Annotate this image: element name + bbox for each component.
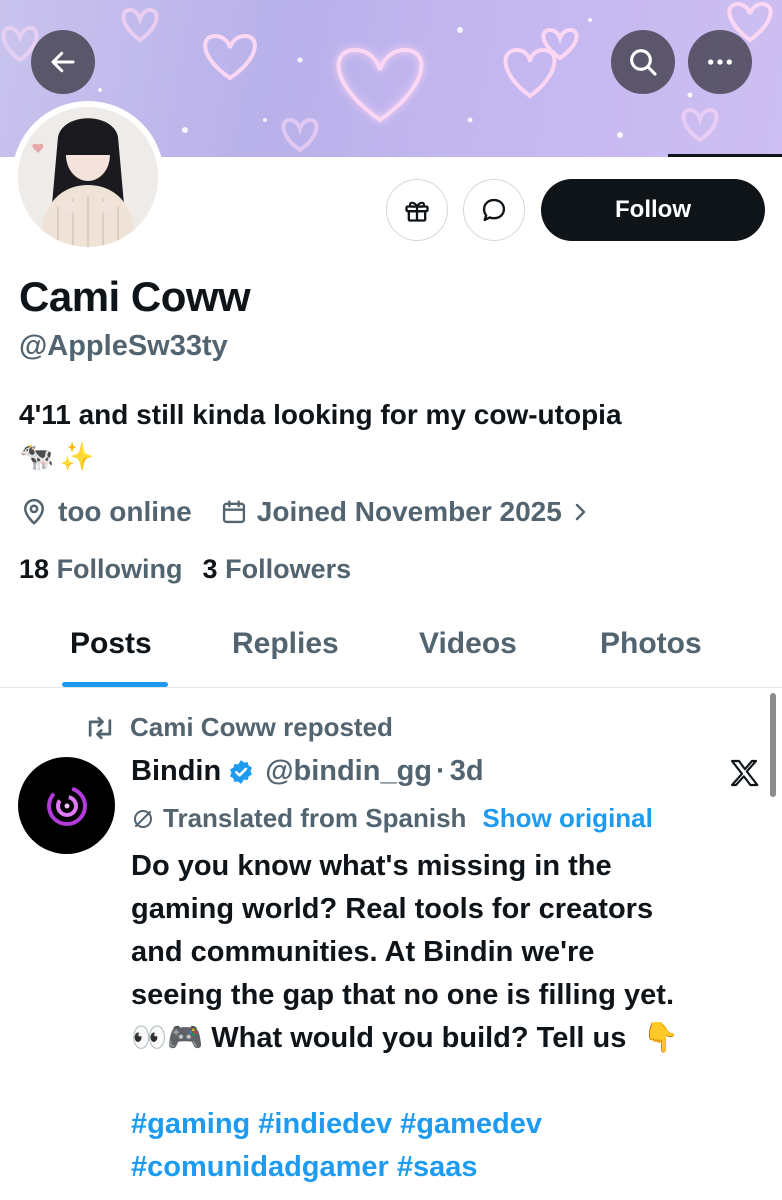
location-item: too online [19, 496, 192, 528]
joined-text: Joined November 2025 [256, 496, 562, 527]
gift-icon [405, 201, 429, 222]
bio-text: 4'11 and still kinda looking for my cow-… [19, 399, 622, 430]
location-pin-icon [23, 498, 45, 525]
more-horizontal-icon [708, 59, 732, 65]
post-body: Do you know what's missing in the gaming… [131, 845, 771, 1189]
scrollbar[interactable] [770, 693, 776, 797]
verified-badge-icon [230, 759, 253, 784]
following-label: Following [56, 554, 183, 584]
tab-photos[interactable]: Photos [600, 627, 702, 661]
post-hashtags[interactable]: #gaming #indiedev #gamedev [131, 1103, 771, 1146]
more-button[interactable] [688, 30, 752, 94]
banner-edge-line [668, 154, 782, 157]
active-tab-indicator [62, 682, 168, 687]
chevron-right-icon [575, 503, 585, 521]
translate-slash-icon [134, 809, 152, 828]
message-button[interactable] [463, 179, 525, 241]
repost-icon [88, 716, 112, 739]
bio-emoji-row: 🐄 ✨ [19, 437, 95, 477]
post-separator: · [436, 755, 446, 787]
repost-text: Cami Coww reposted [130, 712, 393, 742]
post-text-line: and communities. At Bindin we're [131, 936, 595, 968]
post-time[interactable]: 3d [450, 755, 484, 788]
translated-text: Translated from Spanish [163, 803, 467, 833]
tab-videos[interactable]: Videos [419, 627, 517, 661]
sparkles-emoji: ✨ [59, 440, 95, 472]
profile-meta: too online Joined November 2025 [19, 494, 592, 530]
profile-name: Cami Coww [19, 273, 251, 320]
profile-avatar[interactable] [12, 101, 164, 253]
followers-link[interactable]: 3 Followers [203, 554, 352, 585]
translation-bar: Translated from Spanish Show original [131, 803, 653, 834]
post-text-line: Do you know what's missing in the [131, 850, 612, 882]
post-text-line: gaming world? Real tools for creators [131, 893, 654, 925]
pointing-down-emoji: 👇 [642, 1022, 679, 1054]
followers-count: 3 [202, 554, 218, 584]
bindin-logo-icon [46, 785, 87, 826]
post-header: Bindin @bindin_gg · 3d [131, 755, 484, 788]
profile-bio: 4'11 and still kinda looking for my cow-… [19, 395, 759, 477]
avatar-image [18, 107, 158, 247]
joined-item[interactable]: Joined November 2025 [220, 496, 592, 528]
post-author-avatar[interactable] [18, 757, 115, 854]
message-icon [482, 198, 506, 222]
post-hashtags[interactable]: #comunidadgamer #saas [131, 1146, 771, 1189]
post-author-name[interactable]: Bindin [131, 755, 221, 788]
profile-handle: @AppleSw33ty [19, 330, 228, 362]
search-icon [630, 49, 657, 76]
calendar-icon [222, 500, 245, 524]
tab-posts[interactable]: Posts [70, 627, 152, 661]
follow-counts: 18 Following 3 Followers [19, 554, 351, 585]
follow-button[interactable]: Follow [541, 179, 765, 241]
search-button[interactable] [611, 30, 675, 94]
location-text: too online [58, 496, 192, 527]
profile-tabs: Posts Replies Videos Photos [0, 620, 782, 688]
back-button[interactable] [31, 30, 95, 94]
post-question-text: What would you build? Tell us [211, 1022, 627, 1054]
show-original-link[interactable]: Show original [482, 803, 652, 834]
post-author-handle[interactable]: @bindin_gg [265, 755, 432, 788]
eyes-emoji: 👀 [131, 1022, 168, 1054]
tab-replies[interactable]: Replies [232, 627, 339, 661]
followers-label: Followers [225, 554, 352, 584]
gift-button[interactable] [386, 179, 448, 241]
following-count: 18 [19, 554, 50, 584]
cow-emoji: 🐄 [19, 440, 54, 472]
arrow-left-icon [51, 51, 75, 73]
x-logo-icon [730, 759, 759, 787]
repost-indicator[interactable]: Cami Coww reposted [84, 712, 393, 743]
post-text-line: seeing the gap that no one is filling ye… [131, 979, 674, 1011]
controller-emoji: 🎮 [167, 1022, 204, 1054]
post-text-line-emoji: 👀🎮 What would you build? Tell us 👇 [131, 1017, 771, 1060]
following-link[interactable]: 18 Following [19, 554, 183, 585]
